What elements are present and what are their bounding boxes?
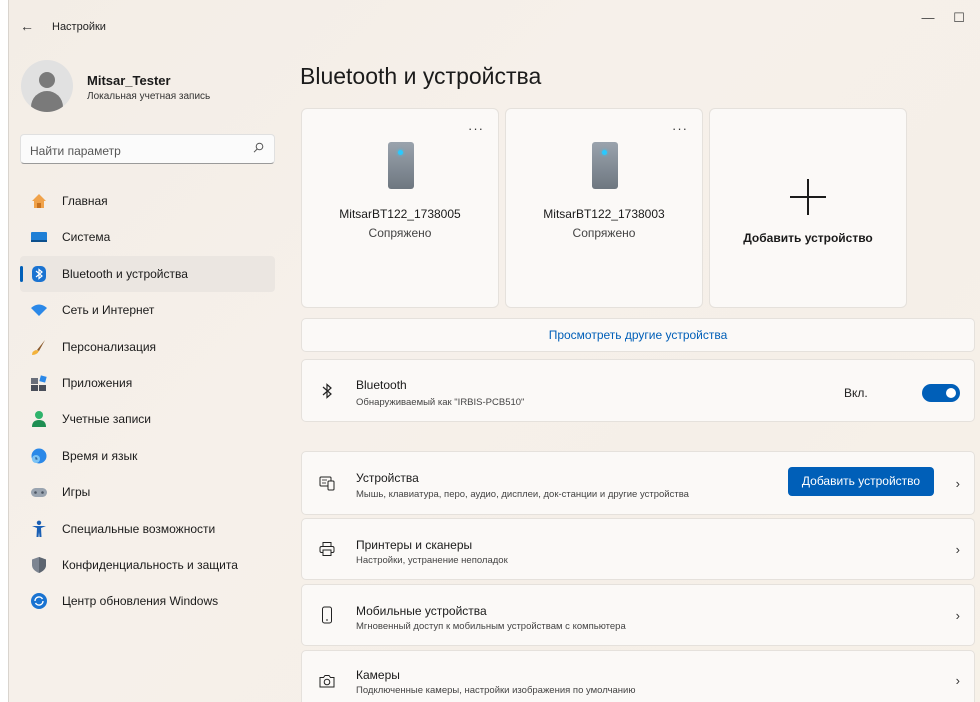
sidebar-item-label: Сеть и Интернет	[62, 303, 155, 318]
bluetooth-subtitle: Обнаруживаемый как "IRBIS-PCB510"	[356, 397, 525, 408]
account-icon	[30, 410, 48, 428]
sidebar-item-apps[interactable]: Приложения	[20, 365, 275, 401]
sidebar-item-gaming[interactable]: Игры	[20, 474, 275, 510]
system-icon	[30, 228, 48, 246]
sidebar-item-label: Конфиденциальность и защита	[62, 557, 238, 572]
home-icon	[30, 192, 48, 210]
sidebar-item-label: Время и язык	[62, 448, 138, 463]
camera-icon	[318, 673, 336, 691]
printers-row[interactable]: Принтеры и сканеры Настройки, устранение…	[301, 518, 975, 580]
sidebar-item-label: Специальные возможности	[62, 521, 216, 536]
user-account-type: Локальная учетная запись	[87, 91, 211, 102]
search-icon	[253, 142, 264, 156]
devices-subtitle: Мышь, клавиатура, перо, аудио, дисплеи, …	[356, 489, 689, 500]
sidebar-nav: Главная Система Bluetooth и устройства С…	[20, 183, 275, 620]
cameras-title: Камеры	[356, 668, 400, 682]
sidebar-item-label: Bluetooth и устройства	[62, 266, 188, 281]
bluetooth-icon	[30, 265, 48, 283]
device-status: Сопряжено	[368, 226, 432, 240]
sidebar-item-accounts[interactable]: Учетные записи	[20, 401, 275, 437]
back-button[interactable]: ←	[17, 16, 37, 36]
sidebar-item-time-language[interactable]: Время и язык	[20, 438, 275, 474]
brush-icon	[30, 338, 48, 356]
arrow-left-icon: ←	[20, 18, 34, 34]
sidebar-item-network[interactable]: Сеть и Интернет	[20, 292, 275, 328]
more-options-button[interactable]: ···	[468, 121, 484, 136]
more-options-button[interactable]: ···	[672, 121, 688, 136]
chevron-right-icon: ›	[955, 673, 960, 688]
device-name: MitsarBT122_1738003	[543, 207, 665, 221]
printers-subtitle: Настройки, устранение неполадок	[356, 555, 508, 566]
devices-row[interactable]: Устройства Мышь, клавиатура, перо, аудио…	[301, 451, 975, 515]
printer-icon	[318, 541, 336, 559]
chevron-right-icon: ›	[955, 476, 960, 491]
search-input[interactable]: Найти параметр	[20, 134, 275, 164]
bluetooth-state-label: Вкл.	[844, 386, 868, 400]
chevron-right-icon: ›	[955, 542, 960, 557]
sidebar-item-label: Центр обновления Windows	[62, 594, 219, 609]
app-title: Настройки	[52, 21, 106, 33]
minimize-button[interactable]: —	[913, 10, 943, 25]
plus-icon	[790, 179, 826, 215]
sidebar-item-privacy[interactable]: Конфиденциальность и защита	[20, 547, 275, 583]
add-device-label: Добавить устройство	[743, 231, 873, 245]
printers-title: Принтеры и сканеры	[356, 538, 473, 552]
sidebar-item-label: Приложения	[62, 375, 133, 390]
mobile-devices-row[interactable]: Мобильные устройства Мгновенный доступ к…	[301, 584, 975, 646]
gamepad-icon	[30, 483, 48, 501]
device-tower-icon	[592, 142, 618, 189]
add-device-button[interactable]: Добавить устройство	[788, 467, 934, 496]
devices-title: Устройства	[356, 471, 419, 485]
device-status: Сопряжено	[572, 226, 636, 240]
sidebar-item-label: Главная	[62, 194, 108, 208]
device-card[interactable]: ··· MitsarBT122_1738005 Сопряжено	[301, 108, 499, 308]
sidebar-item-accessibility[interactable]: Специальные возможности	[20, 511, 275, 547]
device-name: MitsarBT122_1738005	[339, 207, 461, 221]
sidebar-item-windows-update[interactable]: Центр обновления Windows	[20, 583, 275, 619]
sidebar-item-bluetooth[interactable]: Bluetooth и устройства	[20, 255, 275, 293]
add-device-card[interactable]: Добавить устройство	[709, 108, 907, 308]
user-name: Mitsar_Tester	[87, 73, 171, 88]
keyboard-icon	[318, 475, 336, 493]
bluetooth-row: Bluetooth Обнаруживаемый как "IRBIS-PCB5…	[301, 359, 975, 422]
sidebar-item-label: Персонализация	[62, 339, 157, 354]
sidebar-item-system[interactable]: Система	[20, 219, 275, 255]
bluetooth-title: Bluetooth	[356, 378, 407, 392]
close-button[interactable]: ✕	[971, 10, 980, 26]
cameras-row[interactable]: Камеры Подключенные камеры, настройки из…	[301, 650, 975, 702]
sidebar-item-personalization[interactable]: Персонализация	[20, 329, 275, 365]
bluetooth-icon	[318, 382, 336, 400]
device-card[interactable]: ··· MitsarBT122_1738003 Сопряжено	[505, 108, 703, 308]
wifi-icon	[30, 301, 48, 319]
globe-clock-icon	[30, 447, 48, 465]
mobile-devices-title: Мобильные устройства	[356, 604, 487, 618]
maximize-button[interactable]: ☐	[944, 10, 974, 26]
page-title: Bluetooth и устройства	[300, 63, 542, 89]
shield-icon	[30, 556, 48, 574]
search-placeholder: Найти параметр	[30, 144, 121, 158]
settings-window: ← Настройки — ☐ ✕ Mitsar_Tester Локальна…	[8, 0, 980, 702]
title-bar: ← Настройки — ☐ ✕	[9, 0, 980, 40]
accessibility-icon	[30, 520, 48, 538]
sidebar-item-label: Система	[62, 230, 111, 245]
bluetooth-toggle[interactable]	[922, 384, 960, 402]
avatar[interactable]	[21, 60, 73, 112]
chevron-right-icon: ›	[955, 608, 960, 623]
apps-icon	[30, 374, 48, 392]
sidebar-item-label: Игры	[62, 485, 91, 500]
mobile-devices-subtitle: Мгновенный доступ к мобильным устройства…	[356, 621, 626, 632]
update-icon	[30, 592, 48, 610]
sidebar-item-home[interactable]: Главная	[20, 183, 275, 219]
phone-icon	[318, 606, 336, 624]
cameras-subtitle: Подключенные камеры, настройки изображен…	[356, 685, 636, 696]
device-tower-icon	[388, 142, 414, 189]
sidebar-item-label: Учетные записи	[62, 412, 151, 427]
view-more-devices-link[interactable]: Просмотреть другие устройства	[301, 318, 975, 352]
